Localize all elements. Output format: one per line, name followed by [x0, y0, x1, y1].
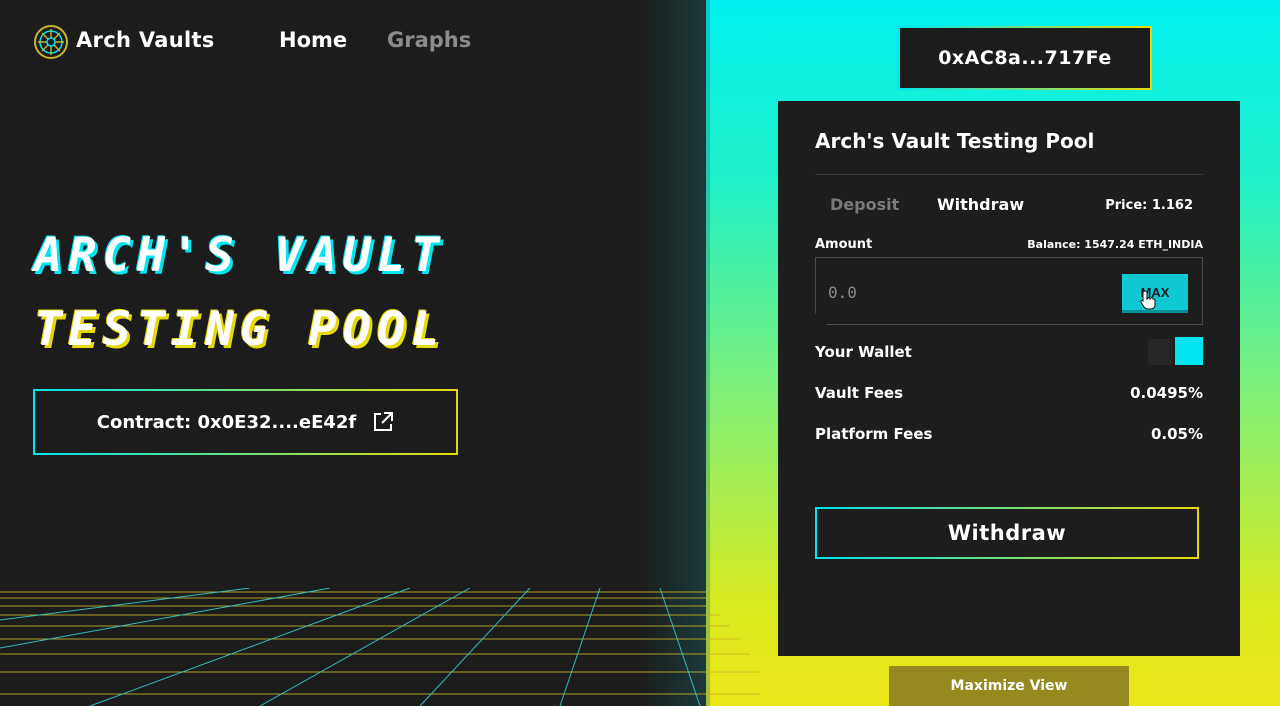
hero-title-line-2: TESTING POOL	[34, 302, 446, 357]
nav-home[interactable]: Home	[279, 28, 347, 52]
tab-withdraw[interactable]: Withdraw	[937, 195, 1024, 214]
amount-label: Amount	[815, 237, 873, 252]
hand-cursor-icon	[1140, 290, 1156, 310]
hero-title-line-1: ARCH'S VAULT	[34, 228, 446, 283]
maximize-view-button[interactable]: Maximize View	[889, 666, 1129, 706]
wallet-address-button[interactable]: 0xAC8a...717Fe	[898, 26, 1152, 90]
contract-link[interactable]: Contract: 0x0E32....eE42f	[33, 389, 458, 455]
brand-name[interactable]: Arch Vaults	[76, 28, 215, 52]
withdraw-button[interactable]: Withdraw	[815, 507, 1199, 559]
arch-logo-icon[interactable]	[33, 24, 69, 60]
platform-fees-label: Platform Fees	[815, 425, 933, 443]
balance-label: Balance: 1547.24 ETH_INDIA	[1027, 238, 1203, 251]
wallet-swatch-cyan	[1175, 337, 1203, 365]
external-link-icon	[374, 412, 394, 431]
divider	[815, 174, 1203, 175]
tab-deposit[interactable]: Deposit	[830, 195, 899, 214]
amount-input[interactable]	[826, 276, 1110, 308]
perspective-grid	[0, 588, 760, 706]
price-label: Price: 1.162	[1105, 198, 1193, 213]
contract-address-label: Contract: 0x0E32....eE42f	[96, 411, 357, 433]
vault-fees-label: Vault Fees	[815, 384, 904, 402]
your-wallet-label: Your Wallet	[815, 343, 912, 361]
nav-graphs[interactable]: Graphs	[387, 28, 471, 52]
vault-fees-value: 0.0495%	[1130, 384, 1203, 402]
panel-title: Arch's Vault Testing Pool	[815, 129, 1095, 153]
vault-panel: Arch's Vault Testing Pool Deposit Withdr…	[778, 101, 1240, 656]
wallet-swatch-dark	[1148, 339, 1172, 365]
platform-fees-value: 0.05%	[1150, 425, 1203, 443]
